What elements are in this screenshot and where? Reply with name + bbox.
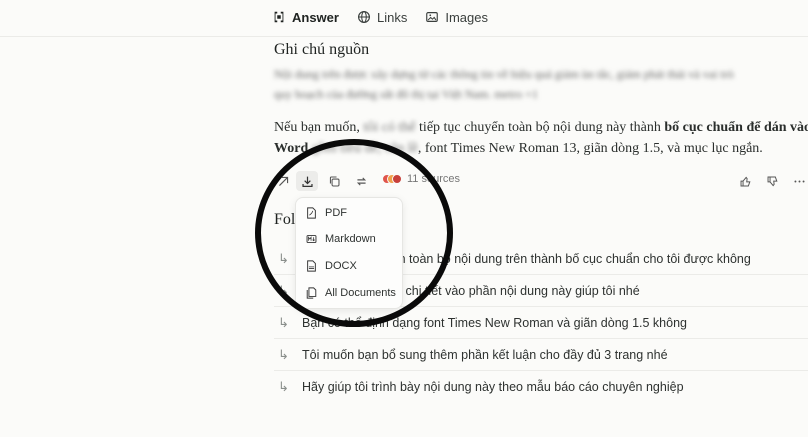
answer-icon [274,11,284,23]
tab-images-label: Images [445,9,488,25]
rewrite-icon [356,176,366,186]
tab-answer[interactable]: Answer [272,10,339,25]
tab-images[interactable]: Images [425,10,488,25]
paragraph-line-2: Word gồm tiêu đề, căn lề, font Times New… [274,138,808,159]
tab-links-label: Links [376,9,408,25]
reply-arrow-icon: ↳ [278,314,289,330]
download-docx-option[interactable]: DOCX [306,255,357,277]
thumbs-up-icon [740,176,750,186]
related-question-text: Tôi muốn bạn bổ sung thêm phần kết luận … [302,347,668,362]
source-favicon-icon [392,174,402,184]
tab-links[interactable]: Links [357,10,407,25]
reply-arrow-icon: ↳ [278,346,289,362]
reply-arrow-icon: ↳ [278,378,289,394]
related-question-text: Bạn có thể định dạng font Times New Roma… [302,315,687,330]
markdown-icon [306,235,317,243]
blurred-citation[interactable]: metro +1 [494,87,538,101]
sources-count: 11 sources [407,173,460,185]
blurred-notes: Nội dung trên được xây dựng từ các thông… [274,64,808,104]
download-all-documents-option[interactable]: All Documents [306,282,396,304]
download-icon [301,176,313,187]
answer-action-bar: 11 sources [272,171,808,191]
source-favicons [382,174,402,184]
copy-icon [329,176,339,186]
para-blur-2: gồm tiêu đề, căn lề [311,141,418,156]
download-menu: PDF Markdown DOCX All Documents [295,197,403,309]
paragraph-line-1: Nếu bạn muốn, tôi có thể tiếp tục chuyển… [274,117,808,138]
sources-button[interactable]: 11 sources [382,173,460,185]
documents-icon [306,287,317,299]
para-bold-1: bố cục chuẩn để dán vào [664,120,808,135]
thumbs-down-button[interactable] [761,171,783,191]
notes-title: Ghi chú nguồn [274,41,370,58]
related-question[interactable]: ↳ Hãy giúp tôi trình bày nội dung này th… [274,370,808,402]
download-markdown-option[interactable]: Markdown [306,228,376,250]
para-text-3: , font Times New Roman 13, giãn dòng 1.5… [417,141,763,156]
download-button[interactable] [296,171,318,191]
globe-icon [357,11,370,23]
tab-answer-label: Answer [292,9,339,25]
para-text-1: Nếu bạn muốn, [274,120,360,135]
share-icon [278,176,288,186]
share-button[interactable] [272,171,294,191]
rewrite-button[interactable] [350,171,372,191]
blurred-line-2-text: quy hoạch của đường sắt đô thị tại Việt … [274,87,492,101]
docx-file-icon [307,260,316,272]
tabs-divider [0,36,808,37]
blurred-line-1: Nội dung trên được xây dựng từ các thông… [274,67,734,81]
download-pdf-option[interactable]: PDF [306,202,347,224]
result-tabs: Answer Links Images [272,6,488,28]
download-markdown-label: Markdown [325,233,376,245]
related-question[interactable]: ↳ Tôi muốn bạn bổ sung thêm phần kết luậ… [274,338,808,370]
thumbs-up-button[interactable] [734,171,756,191]
download-docx-label: DOCX [325,260,357,272]
answer-paragraph: Nếu bạn muốn, tôi có thể tiếp tục chuyển… [274,117,808,159]
para-blur-1: tôi có thể [363,120,416,135]
para-text-2: tiếp tục chuyển toàn bộ nội dung này thà… [419,120,661,135]
para-bold-2: Word [274,141,309,156]
download-pdf-label: PDF [325,207,347,219]
blurred-line-2: quy hoạch của đường sắt đô thị tại Việt … [274,84,808,104]
pdf-file-icon [307,207,316,219]
copy-button[interactable] [323,171,345,191]
download-all-documents-label: All Documents [325,287,396,299]
related-question-text: Hãy giúp tôi trình bày nội dung này theo… [302,379,684,394]
image-icon [426,12,439,22]
more-horizontal-icon [793,180,805,182]
thumbs-down-icon [767,176,777,186]
related-question[interactable]: ↳ Bạn có thể định dạng font Times New Ro… [274,306,808,338]
more-options-button[interactable] [788,171,808,191]
